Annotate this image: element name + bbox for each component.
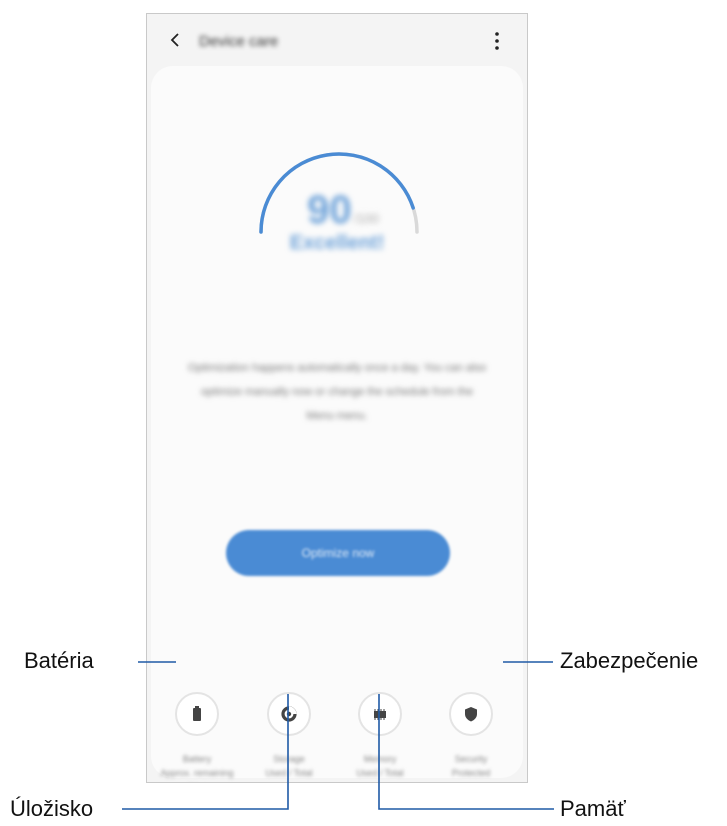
memory-chip-icon [374, 709, 386, 720]
callout-memory: Pamäť [560, 796, 626, 821]
description-text: Optimization happens automatically once … [187, 362, 487, 422]
storage-button[interactable] [267, 692, 311, 736]
score-value: 90 [307, 188, 352, 232]
callout-security: Zabezpečenie [560, 648, 699, 673]
shield-icon [465, 707, 477, 722]
score-status: Excellent! [289, 232, 385, 254]
battery-icon [193, 706, 201, 721]
security-label: Security Protected [451, 754, 491, 778]
optimize-now-button[interactable]: Optimize now [226, 530, 450, 576]
page-title: Device care [199, 33, 279, 50]
battery-label: Battery Approx. remaining time [160, 754, 234, 778]
more-vertical-icon[interactable] [493, 30, 501, 52]
score-readout: 90/100 [288, 188, 398, 233]
device-care-card: 90/100 Excellent! Optimization happens a… [151, 66, 523, 778]
chevron-left-icon[interactable] [165, 28, 185, 52]
security-button[interactable] [449, 692, 493, 736]
score-unit: /100 [353, 211, 379, 226]
battery-button[interactable] [175, 692, 219, 736]
storage-label: Storage Used / Total [265, 754, 313, 778]
callout-battery: Batéria [24, 648, 94, 673]
callout-storage: Úložisko [10, 796, 94, 821]
storage-pie-icon [281, 706, 297, 722]
memory-label: Memory Used / Total [356, 754, 404, 778]
app-bar: Device care [147, 14, 527, 68]
device-screen: Device care 90/100 Excellent! Optimizati… [146, 13, 528, 783]
memory-button[interactable] [358, 692, 402, 736]
